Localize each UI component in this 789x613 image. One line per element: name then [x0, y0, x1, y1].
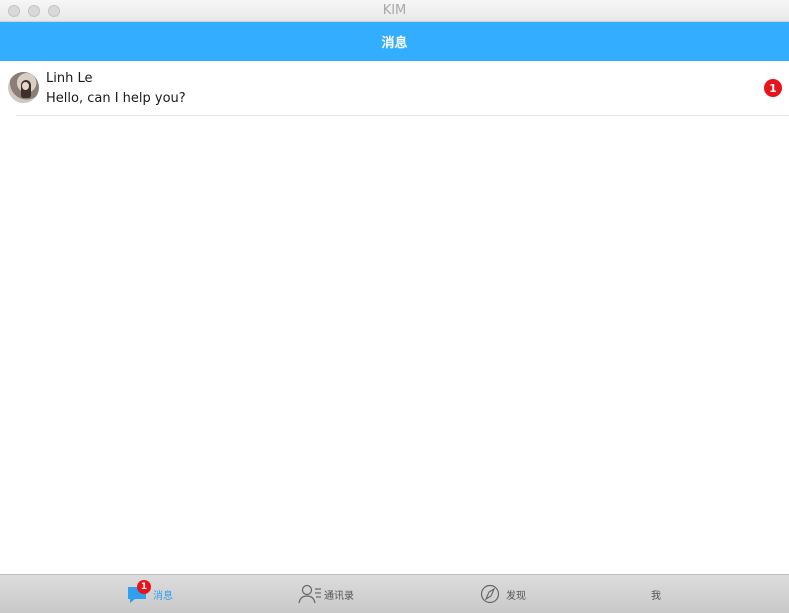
window-title: KIM	[382, 3, 407, 18]
divider	[16, 115, 789, 116]
conversation-name: Linh Le	[46, 71, 93, 86]
conversation-preview: Hello, can I help you?	[46, 91, 186, 106]
conversation-list-item[interactable]: Linh Le Hello, can I help you? 1	[0, 61, 789, 116]
app-header: 消息	[0, 22, 789, 61]
tab-discover[interactable]: 发现	[480, 575, 526, 613]
unread-badge: 1	[764, 79, 782, 97]
chat-bubble-icon: 1	[127, 580, 151, 605]
tab-label: 我	[651, 590, 661, 602]
tab-contacts[interactable]: 通讯录	[298, 575, 354, 613]
contacts-icon	[298, 583, 321, 605]
page-title: 消息	[381, 36, 408, 51]
tab-label: 通讯录	[324, 590, 354, 602]
bottom-tab-bar: 1 消息 通讯录 发现 我	[0, 574, 789, 613]
window-titlebar: KIM	[0, 0, 789, 22]
tab-me[interactable]: 我	[651, 575, 661, 613]
tab-label: 发现	[506, 590, 526, 602]
avatar	[8, 72, 39, 103]
compass-icon	[480, 583, 502, 605]
tab-label: 消息	[153, 590, 173, 602]
tab-messages[interactable]: 1 消息	[127, 575, 173, 613]
tab-badge: 1	[137, 580, 151, 594]
